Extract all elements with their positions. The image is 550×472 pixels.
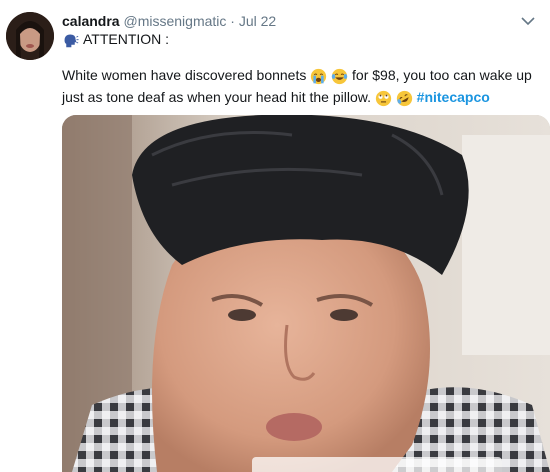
- chevron-down-icon[interactable]: [520, 14, 536, 26]
- tweet-text-part1: White women have discovered bonnets: [62, 67, 311, 83]
- face-with-rolling-eyes-icon: [375, 89, 396, 106]
- attention-label: ATTENTION :: [83, 31, 170, 48]
- speaking-head-icon: [62, 30, 79, 49]
- hashtag-link[interactable]: #nitecapco: [417, 89, 490, 105]
- avatar[interactable]: [6, 12, 54, 60]
- tweet-media-video[interactable]: [62, 115, 550, 472]
- face-with-tears-of-joy-icon: [331, 67, 352, 84]
- separator: ·: [230, 13, 235, 29]
- attention-line: ATTENTION :: [62, 30, 169, 49]
- rolling-on-floor-laughing-icon: [396, 89, 417, 106]
- tweet-date[interactable]: Jul 22: [239, 13, 276, 29]
- tweet-text: White women have discovered bonnets for …: [62, 64, 532, 108]
- tweet-header: calandra @missenigmatic · Jul 22: [62, 12, 276, 30]
- display-name[interactable]: calandra: [62, 13, 120, 29]
- user-handle[interactable]: @missenigmatic: [123, 13, 226, 29]
- loudly-crying-face-icon: [310, 67, 331, 84]
